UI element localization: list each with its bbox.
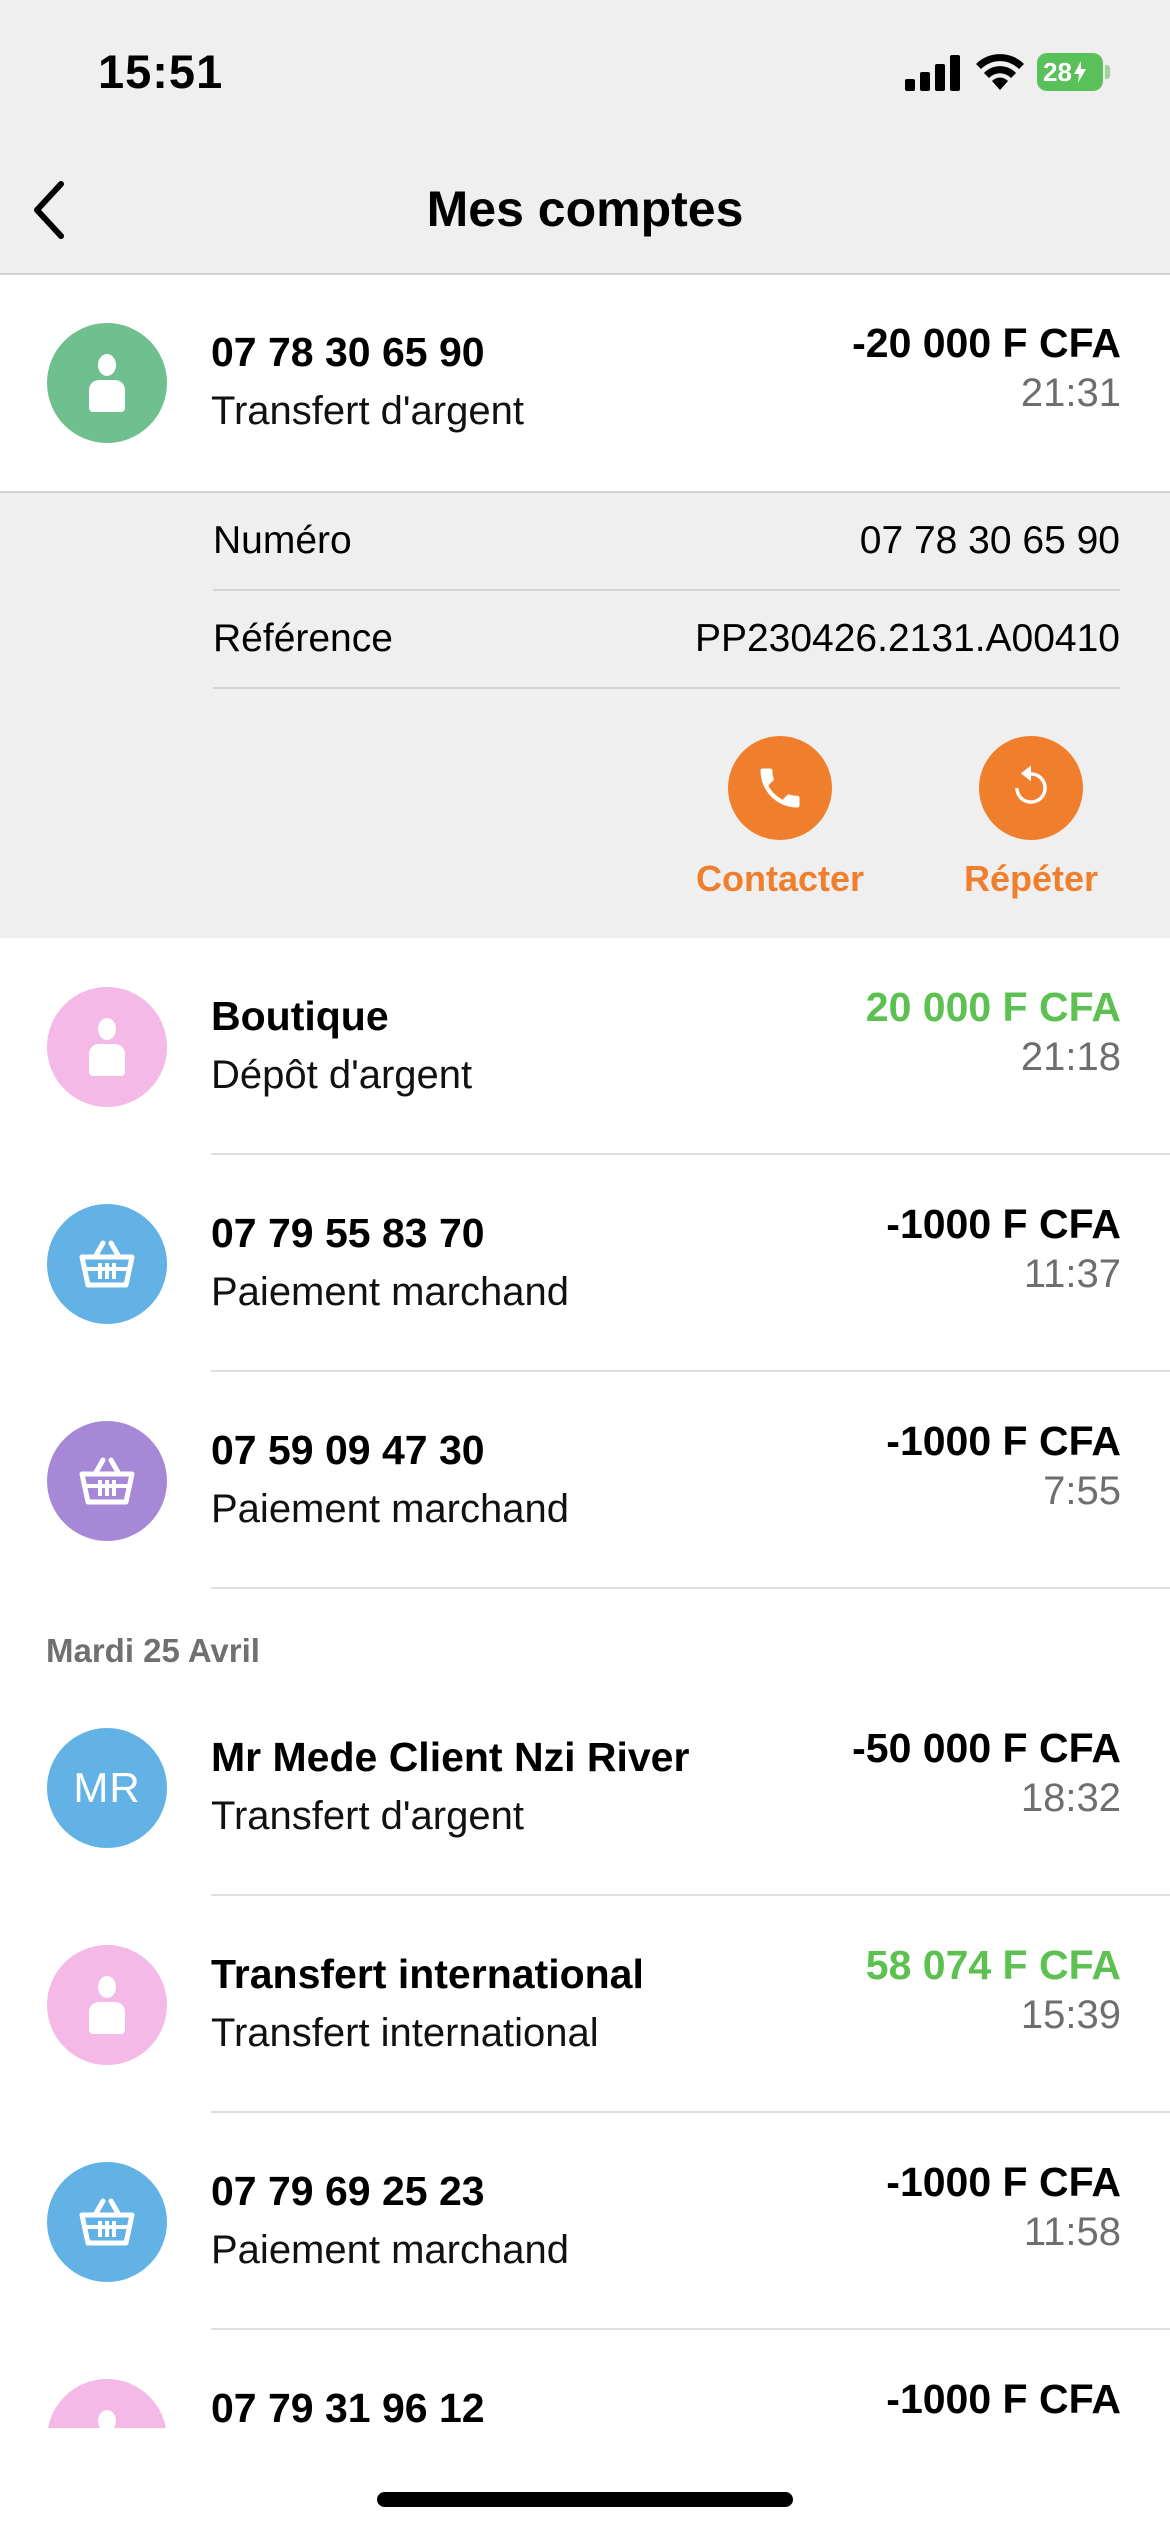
transaction-time: 15:39 (1020, 1993, 1121, 2037)
transaction-type: Paiement marchand (211, 2228, 569, 2272)
detail-value: 07 78 30 65 90 (859, 519, 1120, 562)
transaction-type: Transfert international (211, 2011, 599, 2055)
status-time: 15:51 (98, 45, 224, 98)
transaction-amount: 58 074 F CFA (865, 1942, 1121, 1988)
battery-icon: 28 (1037, 53, 1110, 91)
transaction-row[interactable]: 07 79 55 83 70 Paiement marchand -1000 F… (0, 1156, 1170, 1372)
detail-reference: Référence PP230426.2131.A00410 (213, 591, 1120, 689)
transaction-type: Transfert d'argent (211, 1794, 524, 1838)
nav-bar: Mes comptes (0, 150, 1170, 275)
transaction-row-expanded[interactable]: 07 78 30 65 90 Transfert d'argent -20 00… (0, 275, 1170, 491)
transaction-name: 07 79 69 25 23 (211, 2168, 485, 2214)
transaction-time: 11:37 (1023, 1252, 1121, 1296)
basket-icon (47, 1421, 167, 1541)
transaction-row[interactable]: 07 59 09 47 30 Paiement marchand -1000 F… (0, 1373, 1170, 1589)
repeat-icon (979, 736, 1083, 840)
transaction-amount: -1000 F CFA (886, 2376, 1121, 2422)
transaction-time: 7:55 (1043, 1469, 1121, 1513)
transaction-row[interactable]: Transfert international Transfert intern… (0, 1897, 1170, 2113)
person-avatar-icon (47, 1945, 167, 2065)
transaction-row[interactable]: 07 79 69 25 23 Paiement marchand -1000 F… (0, 2114, 1170, 2330)
initials-avatar: MR (47, 1728, 167, 1848)
avatar-initials: MR (73, 1764, 141, 1811)
section-date-header: Mardi 25 Avril (46, 1632, 260, 1669)
transaction-time: 18:32 (1020, 1776, 1121, 1820)
transaction-details: Numéro 07 78 30 65 90 Référence PP230426… (0, 491, 1170, 938)
transaction-time: 11:58 (1023, 2210, 1121, 2254)
repeat-label: Répéter (963, 858, 1099, 899)
transaction-name: Boutique (211, 993, 389, 1039)
transaction-type: Paiement marchand (211, 1487, 569, 1531)
transaction-name: Mr Mede Client Nzi River (211, 1734, 690, 1780)
bottom-safe-area (0, 2428, 1170, 2532)
transaction-type: Dépôt d'argent (211, 1053, 473, 1097)
transaction-time: 21:31 (1020, 371, 1121, 415)
status-bar: 15:51 28 (0, 0, 1170, 150)
repeat-button[interactable]: Répéter (931, 736, 1131, 906)
transaction-row[interactable]: MR Mr Mede Client Nzi River Transfert d'… (0, 1680, 1170, 1896)
transaction-name: 07 79 55 83 70 (211, 1210, 485, 1256)
battery-level: 28 (1043, 56, 1072, 87)
basket-icon (47, 1204, 167, 1324)
transaction-name: Transfert international (211, 1951, 644, 1997)
basket-icon (47, 2162, 167, 2282)
cellular-signal-icon (905, 55, 960, 91)
transaction-amount: -20 000 F CFA (852, 320, 1121, 366)
transaction-type: Transfert d'argent (211, 389, 524, 433)
transaction-amount: -1000 F CFA (886, 2159, 1121, 2205)
contact-label: Contacter (695, 858, 865, 899)
transaction-row[interactable]: Boutique Dépôt d'argent 20 000 F CFA 21:… (0, 939, 1170, 1155)
transaction-amount: -1000 F CFA (886, 1418, 1121, 1464)
wifi-icon (976, 54, 1024, 90)
transaction-name: 07 59 09 47 30 (211, 1427, 485, 1473)
page-title: Mes comptes (426, 181, 744, 237)
transaction-time: 21:18 (1020, 1035, 1121, 1079)
detail-value: PP230426.2131.A00410 (694, 617, 1120, 660)
person-avatar-icon (47, 987, 167, 1107)
contact-button[interactable]: Contacter (680, 736, 880, 906)
transaction-amount: 20 000 F CFA (865, 984, 1121, 1030)
transaction-name: 07 79 31 96 12 (211, 2385, 485, 2431)
transaction-name: 07 78 30 65 90 (211, 329, 485, 375)
person-avatar-icon (47, 323, 167, 443)
detail-numero: Numéro 07 78 30 65 90 (213, 493, 1120, 591)
detail-label: Numéro (213, 519, 352, 562)
home-indicator[interactable] (377, 2492, 793, 2507)
phone-icon (728, 736, 832, 840)
transaction-amount: -50 000 F CFA (852, 1725, 1121, 1771)
transaction-type: Paiement marchand (211, 1270, 569, 1314)
detail-label: Référence (213, 617, 393, 660)
transaction-amount: -1000 F CFA (886, 1201, 1121, 1247)
